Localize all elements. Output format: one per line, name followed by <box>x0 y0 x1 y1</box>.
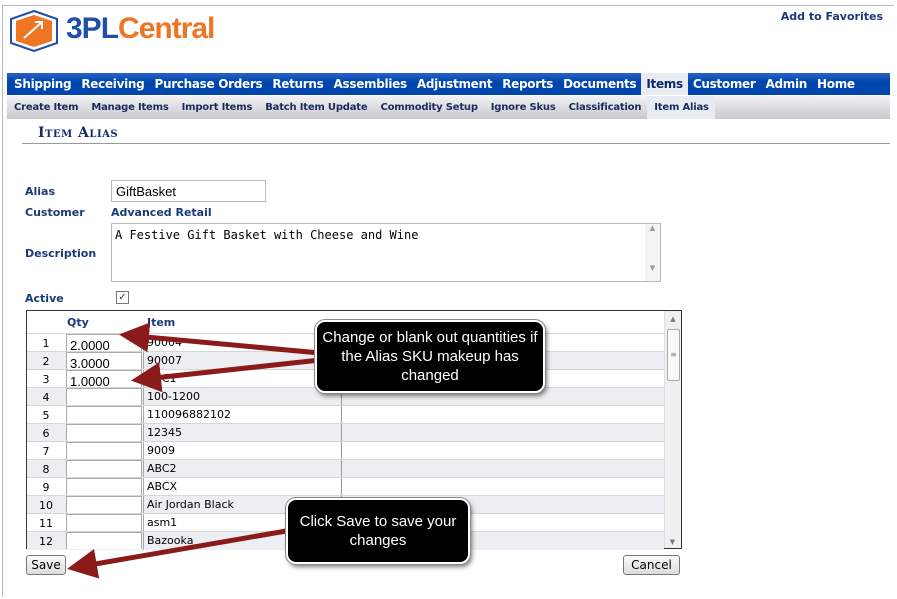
sub-nav: Create Item Manage Items Import Items Batch… <box>7 96 890 119</box>
table-row: 8 ABC2 <box>27 459 664 478</box>
row-number: 12 <box>39 535 53 548</box>
row-number: 5 <box>42 409 50 422</box>
page-title: Item Alias <box>38 125 119 141</box>
qty-input[interactable] <box>66 442 142 459</box>
item-cell: 110096882102 <box>143 406 342 424</box>
item-cell: 9009 <box>143 442 342 460</box>
row-number: 7 <box>42 445 50 458</box>
qty-column-header: Qty <box>67 316 89 329</box>
nav-customer[interactable]: Customer <box>688 73 761 95</box>
row-number: 3 <box>42 373 50 386</box>
description-label: Description <box>25 247 97 260</box>
save-callout: Click Save to save your changes <box>286 498 470 564</box>
item-cell: 90007 <box>143 352 342 370</box>
row-number: 4 <box>42 391 50 404</box>
description-scrollbar[interactable]: ▲ ▼ <box>645 224 660 281</box>
qty-input[interactable]: 1.0000 <box>66 370 142 389</box>
row-number: 8 <box>42 463 50 476</box>
table-row: 7 9009 <box>27 441 664 460</box>
qty-callout: Change or blank out quantities if the Al… <box>315 320 545 393</box>
row-number: 9 <box>42 481 50 494</box>
cancel-button[interactable]: Cancel <box>623 555 680 575</box>
table-row: 5 110096882102 <box>27 405 664 424</box>
customer-label: Customer <box>25 206 85 219</box>
subnav-create-item[interactable]: Create Item <box>7 96 84 119</box>
active-label: Active <box>25 292 64 305</box>
table-row: 6 12345 <box>27 423 664 442</box>
logo-text: 3PLCentral <box>66 12 215 45</box>
item-cell: ABCX <box>143 478 342 496</box>
grid-scrollbar[interactable]: ▲ ≡ ▼ <box>664 311 681 548</box>
qty-input[interactable] <box>66 478 142 495</box>
nav-receiving[interactable]: Receiving <box>76 73 149 95</box>
3pl-logo-icon <box>10 10 58 52</box>
qty-input[interactable]: 2.0000 <box>66 334 142 353</box>
row-number: 6 <box>42 427 50 440</box>
active-checkbox[interactable]: ✓ <box>116 291 129 304</box>
row-number: 1 <box>42 337 50 350</box>
subnav-ignore-skus[interactable]: Ignore Skus <box>484 96 562 119</box>
nav-home[interactable]: Home <box>812 73 860 95</box>
nav-items[interactable]: Items <box>641 73 688 95</box>
alias-label: Alias <box>25 185 56 198</box>
subnav-commodity-setup[interactable]: Commodity Setup <box>373 96 483 119</box>
description-textarea[interactable]: A Festive Gift Basket with Cheese and Wi… <box>111 223 661 282</box>
subnav-import-items[interactable]: Import Items <box>175 96 259 119</box>
subnav-batch-item-update[interactable]: Batch Item Update <box>258 96 373 119</box>
qty-input[interactable] <box>66 532 142 549</box>
save-button[interactable]: Save <box>26 555 66 575</box>
main-nav: Shipping Receiving Purchase Orders Returns A… <box>7 73 890 95</box>
qty-input[interactable] <box>66 406 142 423</box>
item-cell: ABC1 <box>143 370 342 388</box>
alias-input[interactable]: GiftBasket <box>111 180 266 202</box>
qty-input[interactable] <box>66 514 142 531</box>
qty-input[interactable] <box>66 460 142 477</box>
table-row: 9 ABCX <box>27 477 664 496</box>
nav-adjustment[interactable]: Adjustment <box>412 73 497 95</box>
nav-reports[interactable]: Reports <box>497 73 558 95</box>
row-number: 10 <box>39 499 53 512</box>
qty-input[interactable] <box>66 424 142 441</box>
item-column-header: Item <box>147 316 176 329</box>
item-cell: 100-1200 <box>143 388 342 406</box>
subnav-manage-items[interactable]: Manage Items <box>84 96 174 119</box>
item-cell: 90004 <box>143 334 342 352</box>
nav-assemblies[interactable]: Assemblies <box>329 73 412 95</box>
subnav-item-alias[interactable]: Item Alias <box>647 96 715 119</box>
row-number: 11 <box>39 517 53 530</box>
customer-value: Advanced Retail <box>111 206 212 219</box>
nav-shipping[interactable]: Shipping <box>9 73 76 95</box>
scroll-thumb[interactable]: ≡ <box>667 329 680 381</box>
nav-documents[interactable]: Documents <box>558 73 641 95</box>
title-divider <box>22 143 890 144</box>
nav-purchase-orders[interactable]: Purchase Orders <box>149 73 267 95</box>
item-cell: 12345 <box>143 424 342 442</box>
subnav-classification[interactable]: Classification <box>562 96 648 119</box>
add-to-favorites-link[interactable]: Add to Favorites <box>781 10 883 23</box>
qty-input[interactable] <box>66 496 142 513</box>
nav-returns[interactable]: Returns <box>267 73 328 95</box>
item-cell: ABC2 <box>143 460 342 478</box>
row-number: 2 <box>42 355 50 368</box>
nav-admin[interactable]: Admin <box>760 73 812 95</box>
qty-input[interactable] <box>66 388 142 405</box>
qty-input[interactable]: 3.0000 <box>66 352 142 371</box>
